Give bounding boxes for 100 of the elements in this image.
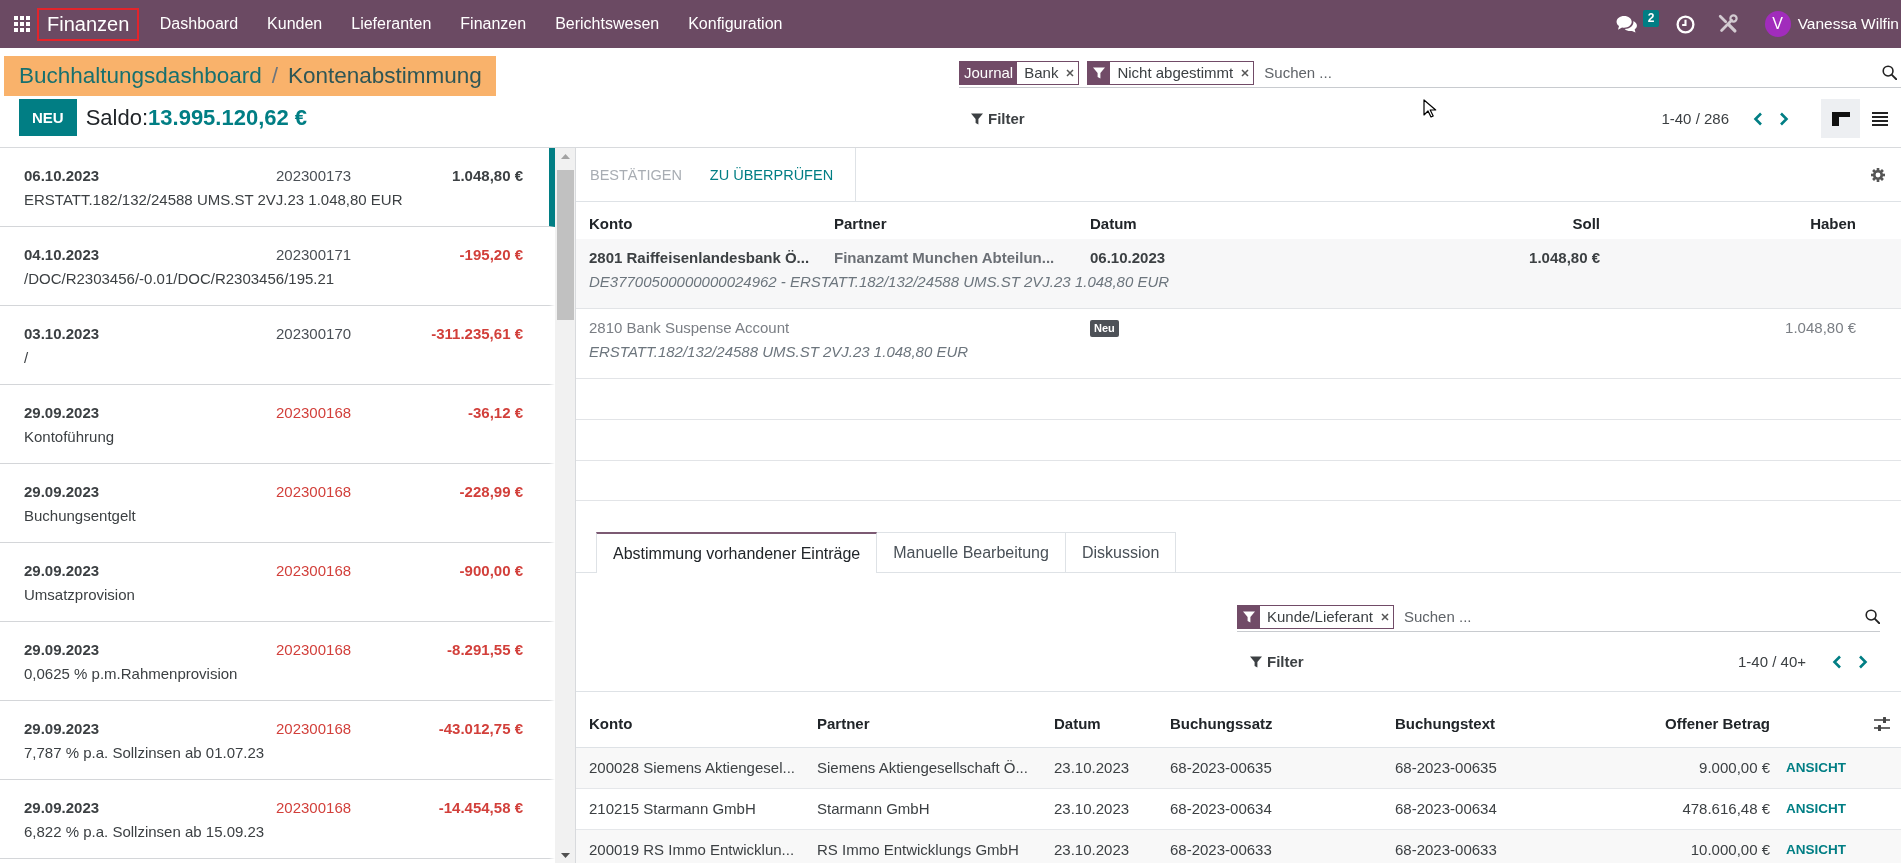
balance-label: Saldo: bbox=[85, 104, 149, 131]
search-input[interactable]: Suchen ... bbox=[1262, 60, 1882, 85]
table-cell-text: 200019 RS Immo Entwicklun... bbox=[589, 841, 796, 859]
new-badge: Neu bbox=[1090, 319, 1119, 337]
table-cell-text: 10.000,00 € bbox=[1689, 841, 1770, 859]
statement-reference: 202300171 bbox=[276, 245, 353, 265]
table-cell-text: 23.10.2023 bbox=[1054, 841, 1131, 859]
clock-icon[interactable] bbox=[1675, 14, 1695, 34]
view-button[interactable]: ANSICHT bbox=[1786, 841, 1846, 859]
journal-line[interactable]: 2810 Bank Suspense Account Neu 1.048,80 € ERSTATT.182/132/24588 UMS.ST 2VJ.23 1.048,80 EUR bbox=[576, 309, 1901, 379]
view-button[interactable]: ANSICHT bbox=[1786, 800, 1846, 818]
column-header: Datum bbox=[1054, 714, 1102, 733]
kanban-icon bbox=[1831, 111, 1850, 126]
breadcrumb-separator: / bbox=[271, 63, 278, 89]
scroll-down-icon[interactable] bbox=[560, 853, 570, 858]
statement-date: 04.10.2023 bbox=[24, 245, 101, 265]
list-icon bbox=[1871, 111, 1888, 126]
remove-icon[interactable] bbox=[1241, 68, 1250, 77]
statement-row[interactable]: 06.10.2023 202300173 1.048,80 € ERSTATT.182/132/24588 UMS.ST 2VJ.23 1.048,80 EUR bbox=[0, 148, 555, 227]
table-cell-text: RS Immo Entwicklungs GmbH bbox=[817, 841, 1020, 859]
menu-item[interactable]: Berichtswesen bbox=[540, 14, 674, 34]
action-button[interactable]: ZU ÜBERPRÜFEN bbox=[695, 148, 848, 201]
statement-date: 29.09.2023 bbox=[24, 798, 101, 818]
filter-button[interactable]: Filter bbox=[1250, 653, 1304, 670]
column-header: Buchungssatz bbox=[1170, 714, 1274, 733]
chevron-right-icon[interactable] bbox=[1858, 654, 1868, 669]
kanban-view-button[interactable] bbox=[1821, 99, 1860, 138]
search-facet[interactable]: Journal Bank bbox=[959, 60, 1080, 85]
statement-label: 0,0625 % p.m.Rahmenprovision bbox=[24, 664, 239, 684]
statement-amount: -900,00 € bbox=[459, 561, 523, 581]
statement-amount: -228,99 € bbox=[459, 482, 523, 502]
statement-label: Buchungsentgelt bbox=[24, 506, 137, 526]
menu-item[interactable]: Lieferanten bbox=[336, 14, 446, 34]
scrollbar-thumb[interactable] bbox=[556, 170, 574, 320]
filter-icon bbox=[1088, 61, 1111, 84]
facet-value: Kunde/Lieferant bbox=[1266, 608, 1374, 625]
table-cell-text: 200028 Siemens Aktiengesel... bbox=[589, 759, 796, 777]
column-settings-icon[interactable] bbox=[1874, 716, 1890, 731]
chevron-right-icon[interactable] bbox=[1779, 111, 1789, 126]
apps-grid-icon[interactable] bbox=[14, 16, 30, 32]
search-icon[interactable] bbox=[1882, 65, 1897, 80]
table-row[interactable]: 200019 RS Immo Entwicklun... RS Immo Entwicklungs GmbH 23.10.2023 68-2023-00633 68-2023-00633 10.000,00 € ANSICHT bbox=[576, 830, 1901, 863]
statement-amount: -43.012,75 € bbox=[438, 719, 523, 739]
search-icon[interactable] bbox=[1865, 609, 1880, 624]
statement-reference: 202300168 bbox=[276, 482, 353, 502]
statement-reference: 202300170 bbox=[276, 324, 353, 344]
chat-icon[interactable] bbox=[1615, 15, 1637, 33]
tab[interactable]: Diskussion bbox=[1064, 532, 1177, 572]
scrollbar[interactable] bbox=[555, 148, 575, 863]
filter-icon bbox=[1238, 605, 1260, 628]
statement-amount: -311.235,61 € bbox=[431, 324, 523, 344]
settings-icon[interactable] bbox=[1871, 167, 1885, 182]
funnel-icon bbox=[971, 112, 983, 125]
partner-name: Finanzamt Munchen Abteilun... bbox=[834, 249, 1056, 267]
statement-label: Kontoführung bbox=[24, 427, 116, 447]
menu-item[interactable]: Finanzen bbox=[445, 14, 541, 34]
user-name[interactable]: Vanessa Wilfin bbox=[1797, 15, 1899, 33]
statement-label: / bbox=[24, 348, 30, 368]
statement-amount: 1.048,80 € bbox=[452, 166, 523, 186]
app-name[interactable]: Finanzen bbox=[37, 7, 140, 41]
view-button[interactable]: ANSICHT bbox=[1786, 759, 1846, 777]
search-facet[interactable]: Nicht abgestimmt bbox=[1087, 60, 1255, 85]
statement-reference: 202300168 bbox=[276, 403, 353, 423]
statement-amount: -36,12 € bbox=[467, 403, 523, 423]
table-cell-text: 68-2023-00634 bbox=[1395, 800, 1498, 818]
filter-button[interactable]: Filter bbox=[971, 110, 1025, 127]
facet-value: Bank bbox=[1023, 64, 1060, 81]
menu-item[interactable]: Konfiguration bbox=[673, 14, 797, 34]
column-header: Partner bbox=[834, 215, 888, 234]
menu-item[interactable]: Dashboard bbox=[145, 14, 253, 34]
new-button[interactable]: NEU bbox=[19, 99, 77, 136]
table-cell-text: 9.000,00 € bbox=[1698, 759, 1770, 777]
column-header: Konto bbox=[589, 714, 634, 733]
statement-reference: 202300168 bbox=[276, 561, 353, 581]
table-row[interactable]: 210215 Starmann GmbH Starmann GmbH 23.10.2023 68-2023-00634 68-2023-00634 478.616,48 € ANSICHT bbox=[576, 789, 1901, 830]
table-cell-text: 478.616,48 € bbox=[1681, 800, 1770, 818]
remove-icon[interactable] bbox=[1066, 68, 1075, 77]
statement-label: Umsatzprovision bbox=[24, 585, 136, 605]
tools-icon[interactable] bbox=[1716, 13, 1739, 35]
account-name: 2801 Raiffeisenlandesbank Ö... bbox=[589, 249, 811, 267]
statement-date: 29.09.2023 bbox=[24, 482, 101, 502]
remove-icon[interactable] bbox=[1380, 612, 1389, 621]
user-avatar[interactable]: V bbox=[1764, 11, 1791, 37]
table-cell-text: 68-2023-00633 bbox=[1170, 841, 1273, 859]
pager-value: 1-40 / 286 bbox=[1661, 110, 1729, 127]
chevron-left-icon[interactable] bbox=[1832, 654, 1842, 669]
table-cell-text: 68-2023-00633 bbox=[1395, 841, 1498, 859]
chevron-left-icon[interactable] bbox=[1753, 111, 1763, 126]
line-label: DE37700500000000024962 - ERSTATT.182/132/24588 UMS.ST 2VJ.23 1.048,80 EUR bbox=[589, 273, 1171, 291]
statement-date: 29.09.2023 bbox=[24, 561, 101, 581]
table-row[interactable]: 200028 Siemens Aktiengesel... Siemens Aktiengesellschaft Ö... 23.10.2023 68-2023-00635 68-2023-00635 9.000,00 € ANSICHT bbox=[576, 748, 1901, 789]
search-input[interactable]: Suchen ... bbox=[1401, 604, 1865, 629]
search-facet[interactable]: Kunde/Lieferant bbox=[1237, 604, 1394, 629]
statement-date: 29.09.2023 bbox=[24, 719, 101, 739]
tab[interactable]: Abstimmung vorhandener Einträge bbox=[596, 532, 878, 573]
menu-item[interactable]: Kunden bbox=[252, 14, 337, 34]
statement-amount: -14.454,58 € bbox=[438, 798, 523, 818]
column-header: Haben bbox=[1809, 215, 1856, 234]
credit-amount: 1.048,80 € bbox=[1784, 319, 1856, 337]
line-date: 06.10.2023 bbox=[1090, 249, 1167, 267]
